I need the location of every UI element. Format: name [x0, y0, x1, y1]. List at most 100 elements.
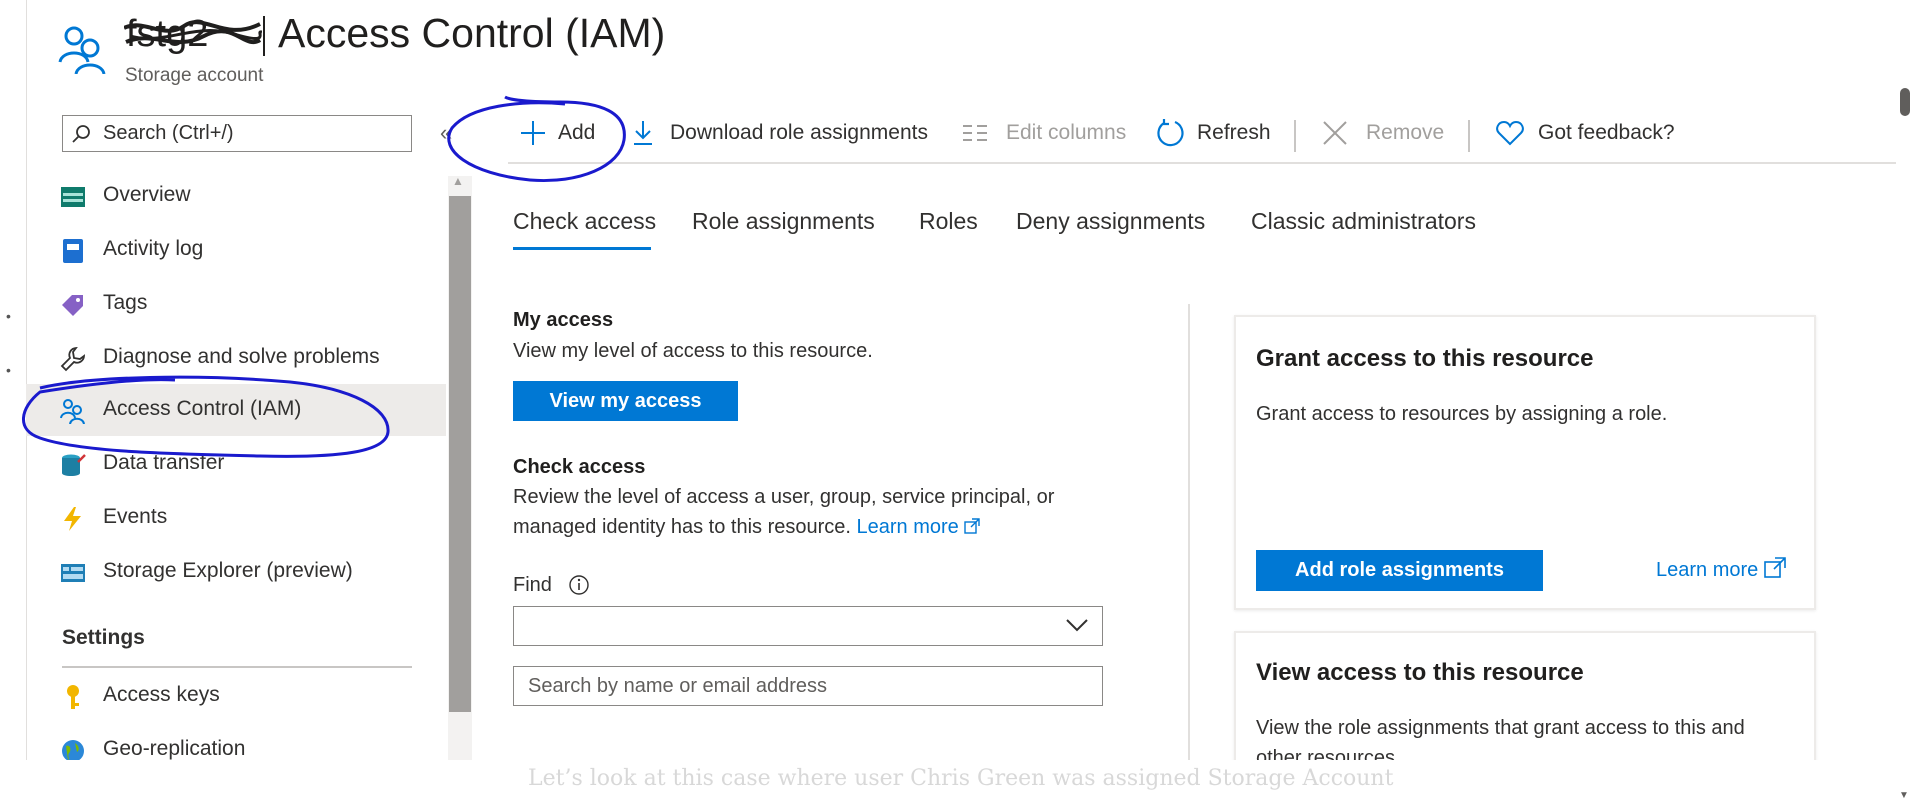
page-subtitle: Storage account	[125, 65, 264, 86]
sidebar-item-overview[interactable]: Overview	[26, 170, 446, 222]
external-link-icon	[1764, 557, 1786, 578]
tab-check-access[interactable]: Check access	[513, 208, 656, 235]
download-icon	[634, 121, 652, 145]
data-transfer-icon	[62, 454, 86, 476]
collapsed-dot: •	[6, 308, 11, 324]
wrench-icon	[60, 347, 85, 372]
grant-learn-more-label: Learn more	[1656, 559, 1759, 581]
tab-role-assignments[interactable]: Role assignments	[692, 208, 875, 235]
sidebar-item-tags[interactable]: Tags	[26, 278, 446, 330]
toolbar-separator	[1468, 120, 1470, 152]
external-link-icon	[964, 518, 981, 534]
lightning-icon	[64, 507, 81, 531]
page-scrollbar-thumb[interactable]	[1900, 88, 1910, 116]
chevron-down-icon	[1066, 619, 1088, 632]
download-label: Download role assignments	[670, 121, 928, 144]
grant-access-title: Grant access to this resource	[1256, 345, 1594, 372]
search-by-name-input[interactable]: Search by name or email address	[513, 666, 1103, 706]
add-label: Add	[558, 121, 596, 144]
sidebar-item-label: Geo-replication	[103, 737, 246, 760]
view-access-description-line1: View the role assignments that grant acc…	[1256, 717, 1745, 739]
page-title: Access Control (IAM)	[278, 10, 666, 56]
tab-deny-assignments[interactable]: Deny assignments	[1016, 208, 1205, 235]
grant-access-card: Grant access to this resource Grant acce…	[1234, 315, 1816, 610]
collapsed-dot: •	[6, 362, 11, 378]
search-placeholder: Search (Ctrl+/)	[103, 122, 234, 144]
view-my-access-button[interactable]: View my access	[513, 381, 738, 421]
sidebar-item-label: Overview	[103, 183, 191, 206]
sidebar-item-label: Diagnose and solve problems	[103, 345, 380, 368]
sidebar-item-label: Storage Explorer (preview)	[103, 559, 353, 582]
key-icon	[67, 685, 79, 709]
settings-section-heading: Settings	[62, 626, 145, 649]
scroll-down-arrow-icon[interactable]: ▼	[1899, 790, 1909, 801]
sidebar-item-label: Activity log	[103, 237, 204, 260]
sidebar-scrollbar-thumb[interactable]	[449, 196, 471, 712]
tab-roles[interactable]: Roles	[919, 208, 978, 235]
learn-more-label: Learn more	[856, 516, 959, 538]
scroll-up-arrow-icon[interactable]: ▲	[452, 174, 464, 188]
download-role-assignments-button[interactable]: Download role assignments	[630, 118, 940, 152]
check-access-description: managed identity has to this resource. L…	[513, 512, 981, 542]
sidebar-item-label: Access Control (IAM)	[103, 397, 302, 420]
add-button[interactable]: Add	[520, 118, 610, 152]
refresh-label: Refresh	[1197, 121, 1271, 144]
sidebar-item-label: Tags	[103, 291, 148, 314]
toolbar-divider	[508, 162, 1896, 164]
people-icon	[60, 399, 85, 424]
people-icon	[58, 26, 106, 74]
section-divider	[62, 666, 412, 668]
tag-icon	[62, 295, 83, 316]
close-icon	[1323, 121, 1347, 145]
view-access-card: View access to this resource View the ro…	[1234, 631, 1816, 771]
video-caption: Let’s look at this case where user Chris…	[528, 766, 1394, 791]
sidebar-item-label: Events	[103, 505, 168, 528]
check-access-description-line1: Review the level of access a user, group…	[513, 486, 1055, 508]
edit-columns-label: Edit columns	[1006, 121, 1127, 144]
check-access-heading: Check access	[513, 456, 646, 478]
add-role-assignments-button[interactable]: Add role assignments	[1256, 550, 1543, 591]
tab-classic-administrators[interactable]: Classic administrators	[1251, 208, 1476, 235]
left-edge-strip	[0, 0, 27, 760]
sidebar-item-label: Data transfer	[103, 451, 225, 474]
grant-access-description: Grant access to resources by assigning a…	[1256, 403, 1668, 425]
find-select[interactable]	[513, 606, 1103, 646]
search-by-name-placeholder: Search by name or email address	[528, 675, 828, 697]
sidebar-item-diagnose[interactable]: Diagnose and solve problems	[26, 332, 446, 384]
sidebar-item-activity-log[interactable]: Activity log	[26, 224, 446, 276]
sidebar-item-data-transfer[interactable]: Data transfer	[26, 438, 446, 490]
columns-icon	[963, 125, 987, 141]
search-input[interactable]: Search (Ctrl+/)	[62, 115, 412, 152]
heart-icon	[1496, 120, 1524, 146]
refresh-button[interactable]: Refresh	[1155, 118, 1275, 152]
sidebar-item-access-keys[interactable]: Access keys	[26, 670, 446, 722]
sidebar-item-label: Access keys	[103, 683, 220, 706]
content-divider	[1188, 304, 1190, 760]
view-access-title: View access to this resource	[1256, 659, 1584, 686]
grant-learn-more-link[interactable]: Learn more	[1656, 555, 1786, 585]
collapse-sidebar-button[interactable]: «	[440, 120, 452, 146]
title-separator	[263, 16, 265, 56]
remove-label: Remove	[1366, 121, 1445, 144]
sidebar-item-events[interactable]: Events	[26, 492, 446, 544]
sidebar-item-access-control[interactable]: Access Control (IAM)	[26, 384, 446, 436]
remove-button[interactable]: Remove	[1322, 118, 1447, 152]
overview-icon	[61, 187, 85, 207]
find-label: Find	[513, 574, 552, 596]
my-access-heading: My access	[513, 309, 614, 331]
active-tab-indicator	[513, 247, 651, 250]
check-access-description-line2: managed identity has to this resource.	[513, 516, 851, 538]
storage-explorer-icon	[61, 564, 85, 582]
learn-more-link[interactable]: Learn more	[857, 516, 981, 538]
toolbar-separator	[1294, 120, 1296, 152]
activity-log-icon	[63, 239, 83, 263]
sidebar-item-storage-explorer[interactable]: Storage Explorer (preview)	[26, 546, 446, 598]
feedback-label: Got feedback?	[1538, 121, 1675, 144]
feedback-button[interactable]: Got feedback?	[1496, 118, 1686, 152]
info-icon[interactable]	[568, 574, 590, 596]
plus-icon	[521, 121, 545, 145]
svg-text:fstg2: fstg2	[126, 13, 208, 55]
edit-columns-button[interactable]: Edit columns	[962, 118, 1137, 152]
my-access-description: View my level of access to this resource…	[513, 340, 873, 362]
redacted-resource-name: fstg2	[124, 13, 262, 55]
